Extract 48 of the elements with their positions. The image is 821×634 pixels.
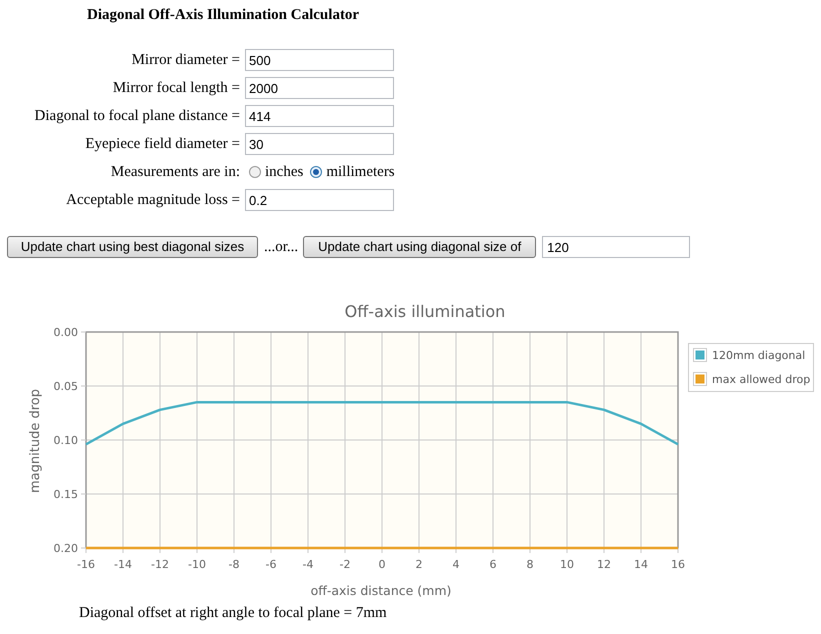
result-text: Diagonal offset at right angle to focal plane = 7mm bbox=[79, 604, 387, 622]
field-label: Mirror focal length = bbox=[112, 79, 240, 98]
text-field[interactable]: 2000 bbox=[245, 77, 394, 99]
y-tick-label: 0.15 bbox=[54, 488, 78, 501]
x-tick-label: -4 bbox=[302, 558, 314, 571]
x-tick-label: -16 bbox=[77, 558, 95, 571]
separator-text: ...or... bbox=[264, 238, 298, 257]
update-size-button[interactable]: Update chart using diagonal size of bbox=[303, 236, 536, 258]
y-tick-label: 0.05 bbox=[54, 380, 78, 393]
x-tick-label: 2 bbox=[416, 558, 422, 571]
y-axis-label: magnitude drop bbox=[28, 389, 43, 493]
x-tick-label: 10 bbox=[560, 558, 574, 571]
x-tick-label: 14 bbox=[634, 558, 648, 571]
text-field[interactable]: 414 bbox=[245, 105, 394, 127]
legend-label: 120mm diagonal bbox=[712, 349, 806, 362]
x-tick-label: 12 bbox=[597, 558, 611, 571]
x-tick-label: -12 bbox=[151, 558, 169, 571]
x-tick-label: -8 bbox=[228, 558, 240, 571]
update-best-button[interactable]: Update chart using best diagonal sizes bbox=[7, 236, 258, 258]
diagonal-size-field[interactable]: 120 bbox=[542, 236, 690, 258]
x-tick-label: 4 bbox=[452, 558, 460, 571]
x-tick-label: -6 bbox=[266, 558, 276, 571]
x-axis-label: off-axis distance (mm) bbox=[310, 583, 452, 598]
radio-label: inches bbox=[265, 163, 304, 182]
x-tick-label: -10 bbox=[188, 558, 206, 571]
text-field[interactable]: 0.2 bbox=[245, 189, 394, 211]
field-label: Eyepiece field diameter = bbox=[85, 135, 240, 154]
y-tick-label: 0.00 bbox=[54, 326, 78, 339]
field-label: Diagonal to focal plane distance = bbox=[34, 107, 240, 126]
x-tick-label: -2 bbox=[340, 558, 350, 571]
radio-button[interactable] bbox=[249, 166, 261, 178]
chart-title: Off-axis illumination bbox=[344, 302, 506, 321]
field-label: Measurements are in: bbox=[110, 163, 240, 182]
y-tick-label: 0.20 bbox=[54, 542, 78, 555]
x-tick-label: 0 bbox=[378, 558, 386, 571]
page-title: Diagonal Off-Axis Illumination Calculator bbox=[87, 6, 360, 24]
x-tick-label: 6 bbox=[490, 558, 496, 571]
text-field[interactable]: 500 bbox=[245, 49, 394, 71]
radio-button[interactable] bbox=[310, 166, 322, 178]
field-label: Mirror diameter = bbox=[132, 51, 240, 70]
legend-label: max allowed drop bbox=[712, 373, 810, 386]
x-tick-label: 8 bbox=[526, 558, 534, 571]
x-tick-label: -14 bbox=[114, 558, 132, 571]
text-field[interactable]: 30 bbox=[245, 133, 394, 155]
x-tick-label: 16 bbox=[671, 558, 685, 571]
y-tick-label: 0.10 bbox=[54, 434, 78, 447]
field-label: Acceptable magnitude loss = bbox=[66, 191, 240, 210]
radio-label: millimeters bbox=[326, 163, 395, 182]
